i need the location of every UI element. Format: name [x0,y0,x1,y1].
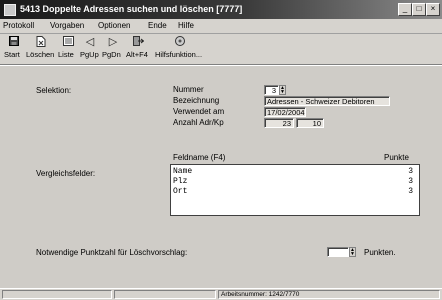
minimize-icon[interactable]: _ [398,3,412,16]
delete-icon [26,36,56,49]
pgup-button[interactable]: ◁ PgUp [80,36,100,62]
field-points: 3 [408,187,413,196]
main-form: Selektion: Nummer 3 ▲ ▼ Bezeichnung Adres… [0,65,442,288]
bezeichnung-label: Bezeichnung [173,96,220,105]
list-button[interactable]: Liste [58,36,78,62]
pgup-label: PgUp [80,50,99,59]
menu-vorgaben[interactable]: Vorgaben [50,21,84,30]
menu-ende[interactable]: Ende [148,21,167,30]
arrow-left-icon: ◁ [85,36,95,48]
help-function-label: Hilfsfunktion... [155,50,203,59]
exit-label: Alt+F4 [126,50,148,59]
list-item[interactable]: Ort 3 [173,187,413,196]
compare-fields-list[interactable]: Name 3 Plz 3 Ort 3 [170,164,420,216]
anzahl-kp-field: 10 [296,118,324,128]
threshold-label: Notwendige Punktzahl für Löschvorschlag: [36,248,188,257]
anzahl-label: Anzahl Adr/Kp [173,118,224,127]
threshold-unit: Punkten. [364,248,396,257]
help-function-button[interactable]: Hilfsfunktion... [155,36,205,62]
maximize-icon[interactable]: □ [412,3,426,16]
field-name: Ort [173,187,188,196]
close-icon[interactable]: × [426,3,440,16]
list-icon [58,36,78,49]
exit-icon [126,36,150,49]
status-panel-2 [114,290,216,299]
punkte-header: Punkte [384,153,409,162]
menu-optionen[interactable]: Optionen [98,21,130,30]
status-panel-1 [2,290,112,299]
anzahl-adr-field: 23 [264,118,294,128]
field-name: Plz [173,177,188,186]
toolbar: Start Löschen Liste ◁ PgUp ▷ PgDn Alt+F4… [0,34,442,65]
exit-button[interactable]: Alt+F4 [126,36,150,62]
arrow-right-icon: ▷ [108,36,118,48]
nummer-label: Nummer [173,85,204,94]
verwendet-field: 17/02/2004 [264,107,306,117]
pgdn-label: PgDn [102,50,121,59]
start-label: Start [4,50,20,59]
nummer-input[interactable]: 3 [264,85,279,95]
start-button[interactable]: Start [4,36,24,62]
field-name: Name [173,167,193,176]
menu-hilfe[interactable]: Hilfe [178,21,194,30]
window-title: 5413 Doppelte Adressen suchen und lösche… [20,4,243,14]
delete-button[interactable]: Löschen [26,36,56,62]
list-item[interactable]: Name 3 [173,167,413,176]
threshold-input[interactable] [327,247,349,257]
floppy-icon [4,36,24,49]
field-points: 3 [408,177,413,186]
compare-label: Vergleichsfelder: [36,169,96,178]
nummer-spinner[interactable]: ▲ ▼ [279,85,286,95]
help-icon [155,36,205,49]
status-bar: Arbeitsnummer: 1242/7770 [0,288,442,300]
verwendet-label: Verwendet am [173,107,225,116]
feldname-header: Feldname (F4) [173,153,226,162]
pgdn-button[interactable]: ▷ PgDn [102,36,124,62]
bezeichnung-field: Adressen - Schweizer Debitoren [264,96,390,106]
list-label: Liste [58,50,74,59]
selection-label: Selektion: [36,86,72,95]
title-bar: 5413 Doppelte Adressen suchen und lösche… [0,0,442,19]
list-item[interactable]: Plz 3 [173,177,413,186]
menu-protokoll[interactable]: Protokoll [3,21,34,30]
status-panel-3: Arbeitsnummer: 1242/7770 [218,290,440,299]
delete-label: Löschen [26,50,55,59]
menu-bar: Protokoll Vorgaben Optionen Ende Hilfe [0,19,442,34]
app-icon [4,4,16,16]
field-points: 3 [408,167,413,176]
threshold-spinner[interactable]: ▲ ▼ [349,247,356,257]
